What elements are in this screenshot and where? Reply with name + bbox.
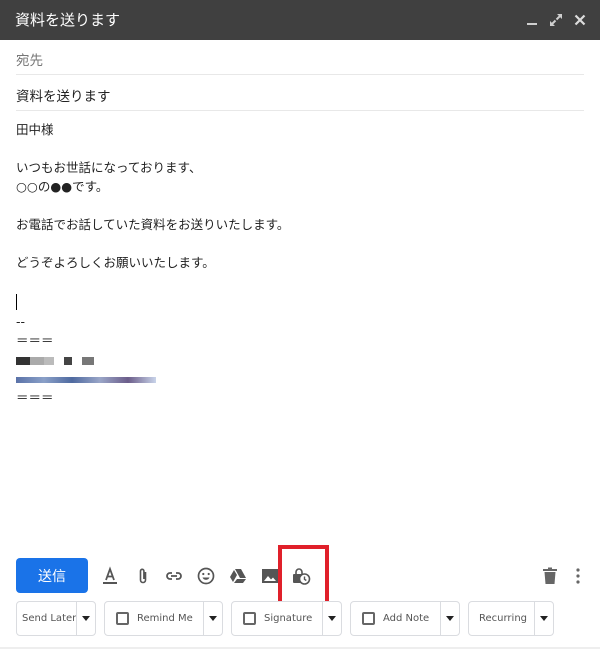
drive-icon[interactable] [228,566,248,586]
compose-titlebar: 資料を送ります [0,0,600,40]
add-note-label: Add Note [383,613,430,624]
attach-icon[interactable] [133,566,153,586]
minimize-icon[interactable] [524,12,540,28]
caret-down-icon [328,616,336,621]
photo-icon[interactable] [260,566,280,586]
recurring-dropdown[interactable] [534,602,553,635]
format-text-icon[interactable] [100,566,120,586]
signature-redacted-link [16,369,584,388]
signature-separator: -- [16,314,26,329]
add-note-dropdown[interactable] [440,602,459,635]
body-line-1: いつもお世話になっております、 [16,160,202,175]
message-body[interactable]: 田中様 いつもお世話になっております、 ○○の●●です。 お電話でお話していた資… [16,120,584,540]
extension-toolbar: Send Later Remind Me Signature Add Note … [0,601,600,639]
remind-me-label: Remind Me [137,613,193,624]
highlight-box [278,545,329,607]
send-button[interactable]: 送信 [16,558,88,593]
more-options-icon[interactable] [568,566,588,586]
signature-label: Signature [264,613,313,624]
subject-text: 資料を送ります [16,89,111,105]
signature-border-top: ＝＝＝ [16,333,54,348]
send-later-label: Send Later [22,613,77,624]
remind-me-button[interactable]: Remind Me [104,601,223,636]
recurring-label: Recurring [479,613,527,624]
signature-button[interactable]: Signature [231,601,342,636]
recipients-placeholder: 宛先 [16,53,43,69]
recipients-field[interactable]: 宛先 [16,40,584,75]
add-note-checkbox[interactable] [362,612,375,625]
caret-down-icon [540,616,548,621]
close-icon[interactable] [572,12,588,28]
signature-checkbox[interactable] [243,612,256,625]
caret-down-icon [82,616,90,621]
remind-me-dropdown[interactable] [203,602,222,635]
link-icon[interactable] [164,566,184,586]
compose-title: 資料を送ります [15,11,121,29]
signature-dropdown[interactable] [322,602,341,635]
emoji-icon[interactable] [196,566,216,586]
send-later-button[interactable]: Send Later [16,601,96,636]
body-line-2: ○○の●●です。 [16,179,109,194]
caret-down-icon [446,616,454,621]
signature-border-bottom: ＝＝＝ [16,390,54,405]
signature-redacted-name [16,350,584,369]
caret-down-icon [209,616,217,621]
text-cursor [16,294,17,310]
body-greeting: 田中様 [16,122,54,137]
body-line-4: どうぞよろしくお願いいたします。 [16,255,215,270]
delete-icon[interactable] [540,566,560,586]
remind-me-checkbox[interactable] [116,612,129,625]
recurring-button[interactable]: Recurring [468,601,554,636]
body-line-3: お電話でお話していた資料をお送りいたします。 [16,217,290,232]
send-later-dropdown[interactable] [76,602,95,635]
add-note-button[interactable]: Add Note [350,601,460,636]
expand-icon[interactable] [548,12,564,28]
subject-field[interactable]: 資料を送ります [16,75,584,111]
